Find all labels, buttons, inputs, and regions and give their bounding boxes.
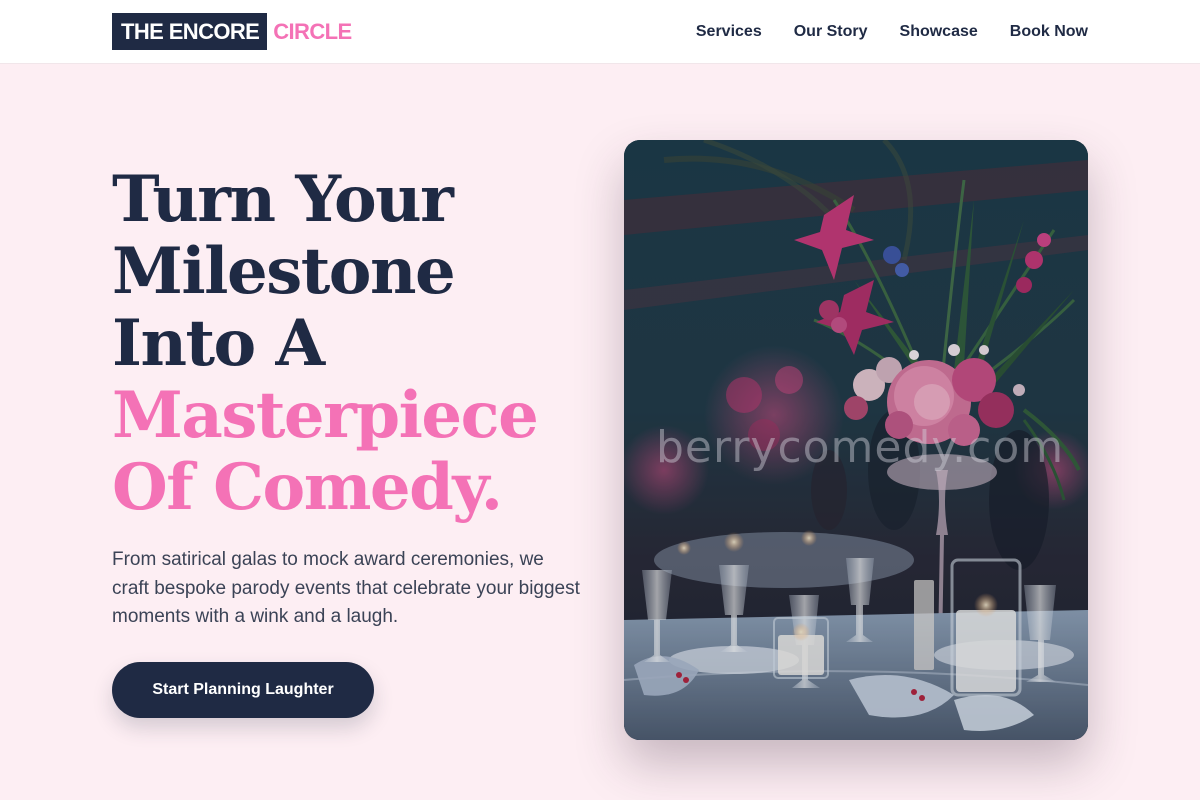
nav-link-showcase[interactable]: Showcase: [900, 23, 978, 41]
nav-link-services[interactable]: Services: [696, 23, 762, 41]
hero-title: Turn Your Milestone Into A Masterpiece O…: [112, 164, 592, 524]
brand-name-accent: CIRCLE: [273, 19, 352, 44]
hero-event-photo: berrycomedy.com: [624, 140, 1088, 740]
start-planning-button[interactable]: Start Planning Laughter: [112, 662, 374, 718]
image-watermark: berrycomedy.com: [656, 422, 1065, 473]
hero-description: From satirical galas to mock award cerem…: [112, 549, 580, 627]
hero-title-line: Milestone: [112, 234, 456, 309]
nav-link-book-now[interactable]: Book Now: [1010, 23, 1088, 41]
hero-title-accent-line: Masterpiece: [112, 378, 539, 453]
hero-title-line: Turn Your: [112, 162, 454, 237]
brand-logo[interactable]: THE ENCORE CIRCLE: [112, 13, 352, 50]
hero-title-accent-line: Of Comedy.: [112, 450, 503, 525]
hero-title-line: Into A: [112, 306, 325, 381]
brand-name-main: THE ENCORE: [112, 13, 268, 50]
nav-link-our-story[interactable]: Our Story: [794, 23, 868, 41]
site-header: THE ENCORE CIRCLE Services Our Story Sho…: [0, 0, 1200, 64]
main-nav: Services Our Story Showcase Book Now: [696, 0, 1088, 64]
